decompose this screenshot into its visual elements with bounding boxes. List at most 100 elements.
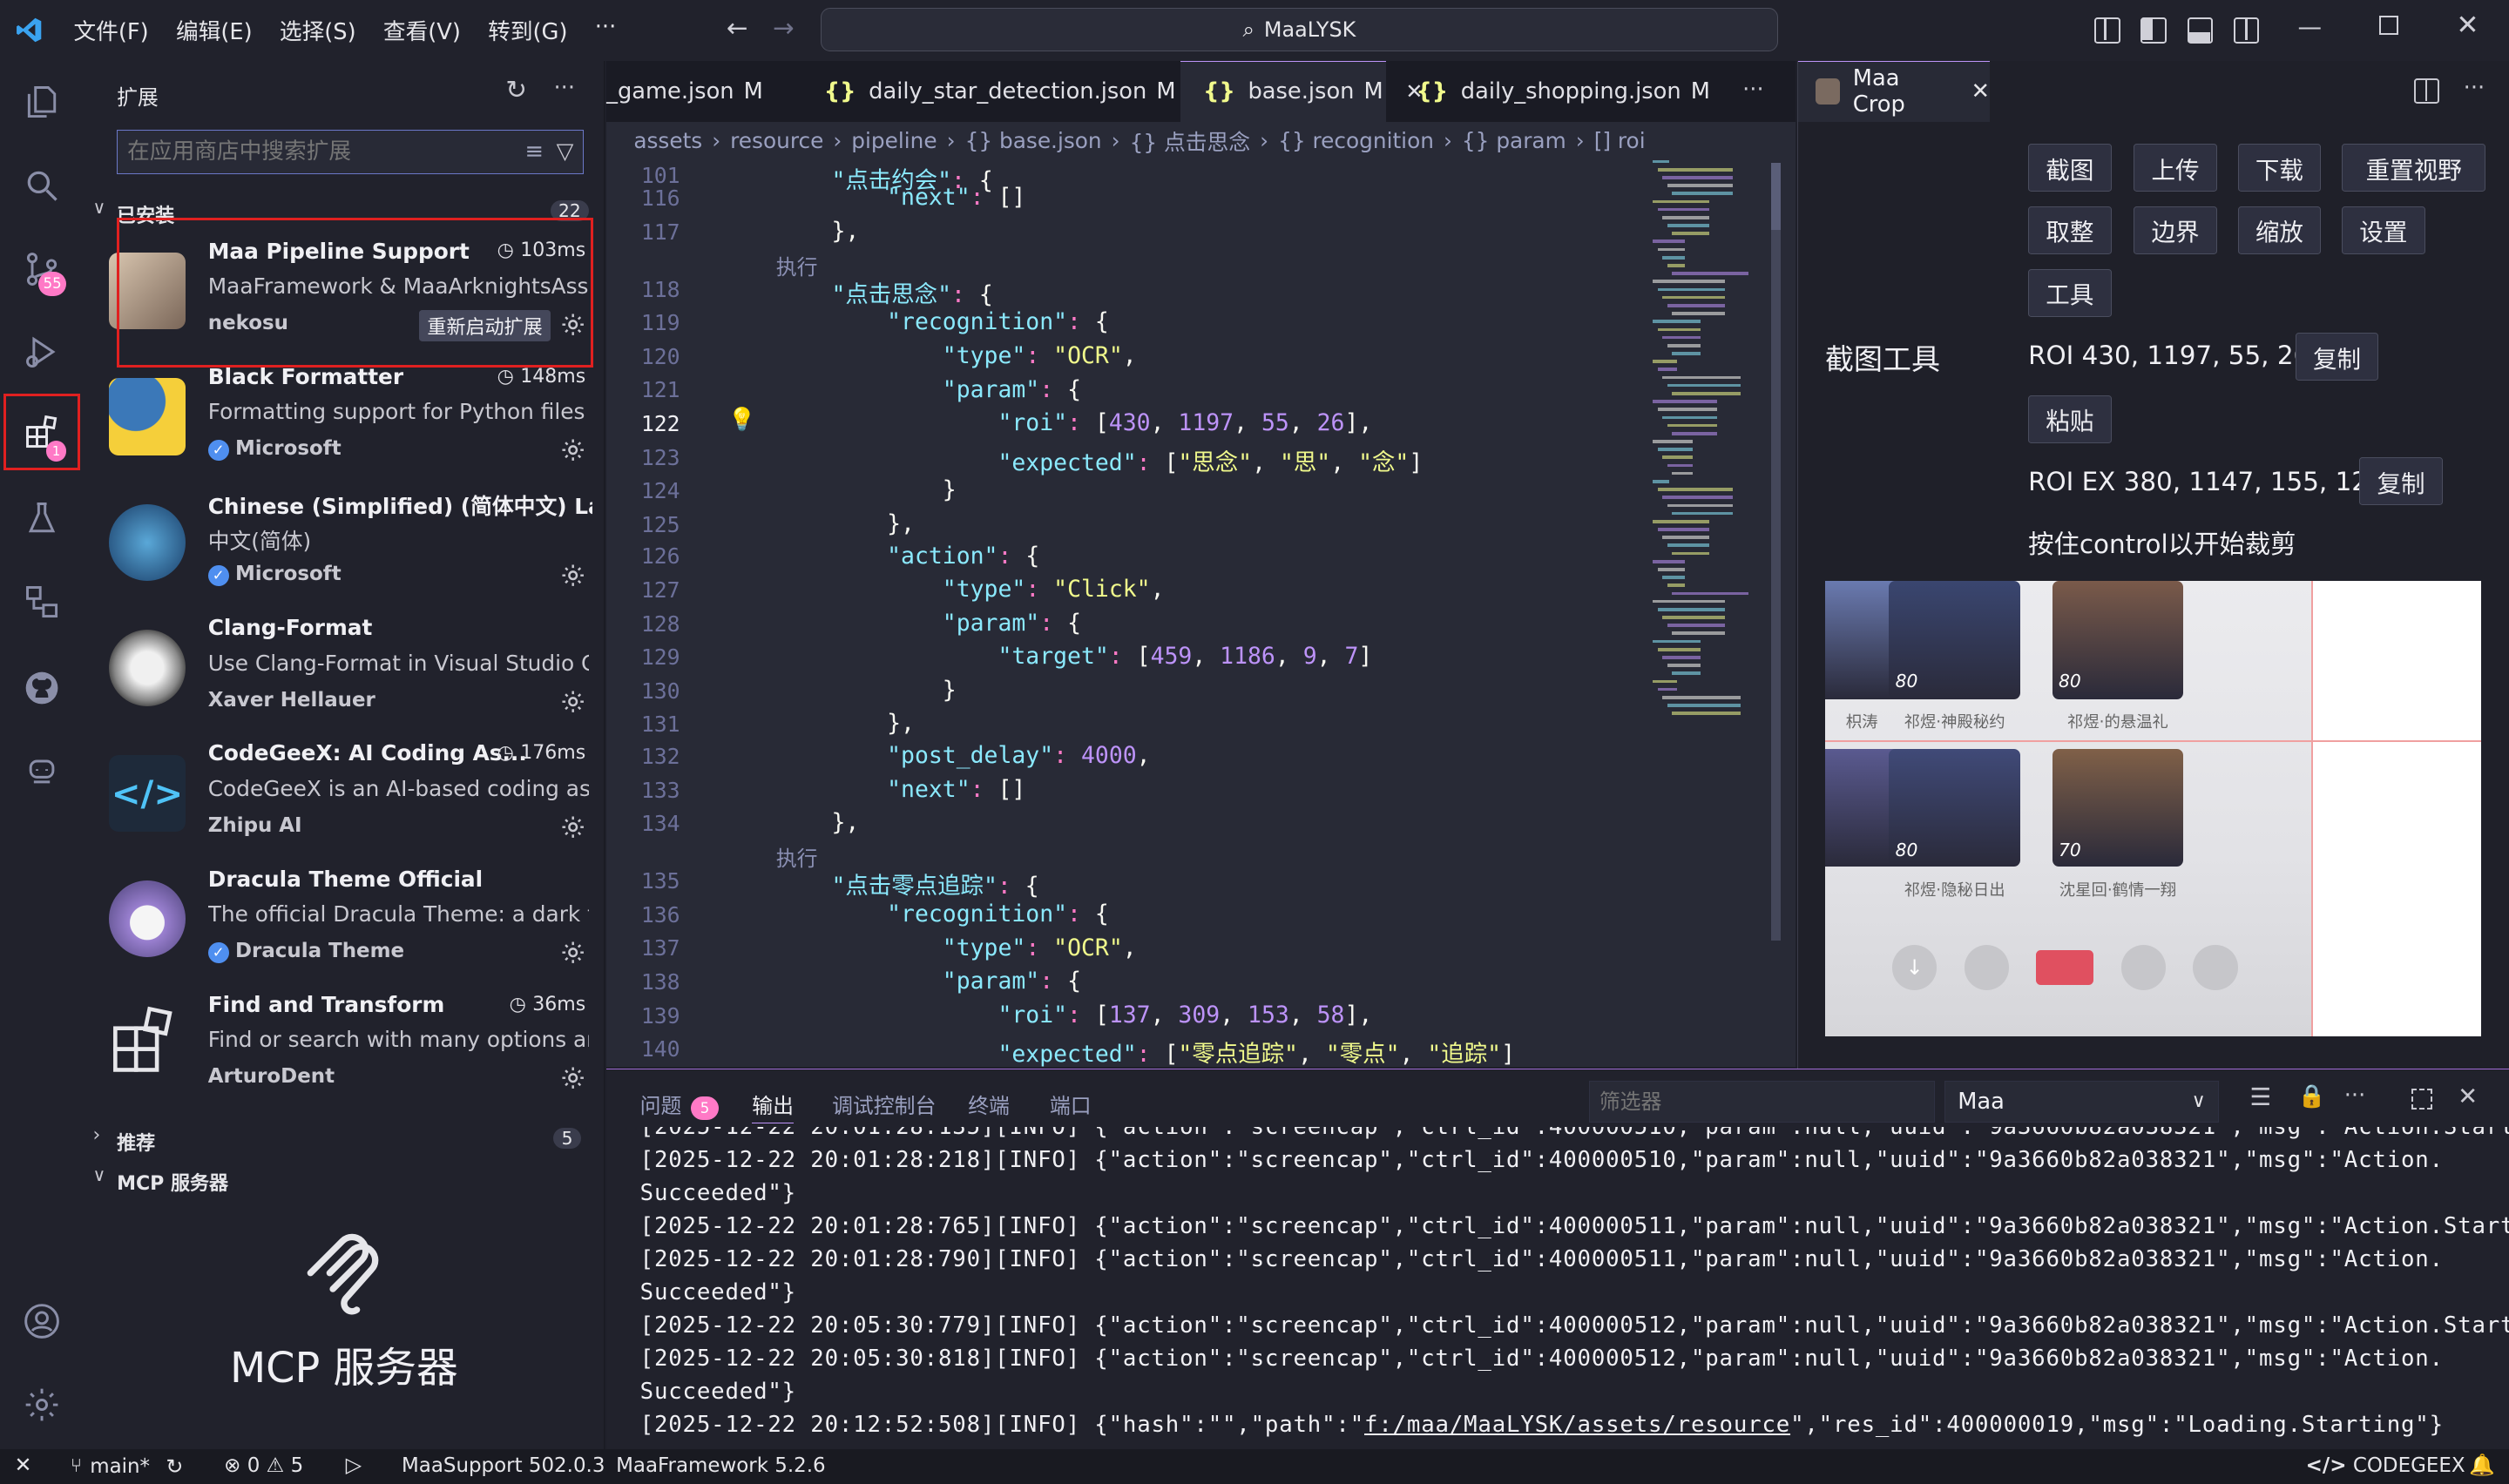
crop-action-button[interactable]: 上传 <box>2134 144 2217 192</box>
crop-action-button[interactable]: 下载 <box>2237 144 2322 192</box>
editor-tab[interactable]: {} base.json M ✕ <box>1180 60 1423 122</box>
lock-scroll-icon[interactable]: 🔒 <box>2297 1083 2325 1110</box>
breadcrumb-item[interactable]: [] roi <box>1594 128 1646 153</box>
breadcrumb-item[interactable]: {} base.json <box>965 128 1102 153</box>
tools-button[interactable]: 工具 <box>2028 268 2112 317</box>
command-center-search[interactable]: ⌕ MaaLYSK <box>821 8 1778 51</box>
crop-option-button[interactable]: 取整 <box>2028 206 2112 254</box>
menu-item[interactable]: 选择(S) <box>280 14 356 46</box>
editor-scrollbar-thumb[interactable] <box>1771 163 1782 231</box>
manage-gear-icon[interactable] <box>560 814 585 840</box>
breadcrumb-item[interactable]: {} recognition <box>1278 128 1434 153</box>
copy-roi-ex-button[interactable]: 复制 <box>2359 457 2443 506</box>
crop-action-button[interactable]: 重置视野 <box>2342 144 2486 192</box>
branch-indicator[interactable]: ⑂ main* ↻ <box>71 1454 184 1479</box>
restart-extension-button[interactable]: 重新启动扩展 <box>419 310 551 341</box>
notifications-bell-icon[interactable]: 🔔 <box>2469 1453 2495 1477</box>
installed-section-header[interactable]: ∨ 已安装 22 <box>84 195 605 227</box>
manage-gear-icon[interactable] <box>560 689 585 714</box>
extension-search-input[interactable] <box>118 138 525 165</box>
close-window-icon[interactable]: ✕ <box>2456 10 2479 41</box>
extension-item[interactable]: Dracula Theme Official The official Dracu… <box>105 858 592 982</box>
editor-scrollbar[interactable] <box>1771 163 1782 941</box>
maa-crop-tab[interactable]: Maa Crop ✕ <box>1797 60 1990 122</box>
remote-indicator-icon[interactable]: ✕ <box>15 1453 32 1477</box>
account-icon[interactable] <box>0 1283 84 1359</box>
paste-button[interactable]: 粘贴 <box>2028 395 2112 443</box>
panel-tab[interactable]: 端口 <box>1050 1089 1092 1119</box>
panel-tab[interactable]: 终端 <box>968 1089 1010 1119</box>
copilot-icon[interactable] <box>0 732 84 809</box>
breadcrumb-item[interactable]: pipeline <box>851 128 937 153</box>
crop-option-button[interactable]: 边界 <box>2134 206 2217 254</box>
manage-gear-icon[interactable] <box>560 437 585 462</box>
menu-item[interactable]: 文件(F) <box>73 14 148 46</box>
manage-gear-icon[interactable] <box>560 312 585 337</box>
maximize-icon[interactable] <box>2379 16 2399 36</box>
maa-support-version[interactable]: MaaSupport 502.0.3 <box>402 1454 605 1477</box>
explorer-icon[interactable] <box>0 64 84 140</box>
menu-item[interactable]: ··· <box>595 14 617 46</box>
breadcrumb-item[interactable]: {} param <box>1462 128 1566 153</box>
crop-option-button[interactable]: 设置 <box>2342 206 2425 254</box>
forward-arrow-icon[interactable]: → <box>773 13 795 43</box>
clear-filter-icon[interactable]: ≡ <box>524 138 544 165</box>
extension-item[interactable]: Maa Pipeline Support MaaFramework & MaaAr… <box>105 230 592 354</box>
manage-gear-icon[interactable] <box>560 563 585 588</box>
extensions-icon[interactable]: 1 <box>3 393 80 470</box>
tab-overflow-icon[interactable]: ··· <box>1742 77 1764 103</box>
maximize-panel-icon[interactable] <box>2411 1088 2432 1110</box>
debug-icon[interactable]: ▷ <box>346 1453 362 1477</box>
output-filter-box[interactable] <box>1588 1080 1935 1123</box>
problems-indicator[interactable]: ⊗ 0 ⚠ 5 <box>224 1454 303 1477</box>
panel-tab[interactable]: 输出 <box>752 1089 794 1123</box>
split-editor-icon[interactable] <box>2413 78 2440 105</box>
mcp-section-header[interactable]: ∨ MCP 服务器 <box>84 1163 605 1195</box>
log-path-link[interactable]: f:/maa/MaaLYSK/assets/resource <box>1364 1412 1790 1438</box>
panel-more-icon[interactable]: ··· <box>2344 1083 2366 1109</box>
source-control-icon[interactable]: 55 <box>0 230 84 307</box>
output-log[interactable]: [2025-12-22 20:01:28:135][INFO] {"action… <box>606 1127 2509 1447</box>
panel-tab[interactable]: 问题 5 <box>640 1089 719 1121</box>
menu-item[interactable]: 查看(V) <box>383 14 461 46</box>
menu-item[interactable]: 转到(G) <box>488 14 567 46</box>
codegeex-status[interactable]: </> CODEGEEX <box>2306 1454 2465 1477</box>
toggle-panel-icon[interactable] <box>2187 17 2214 44</box>
screenshot-canvas[interactable]: 枳涛 祁煜·神殿秘约 祁煜·的悬温礼 祁煜·隐秘日出 沈星回·鹤情一翔 80 80 80 70 … <box>1824 580 2481 1037</box>
back-arrow-icon[interactable]: ← <box>727 13 748 43</box>
editor-tab[interactable]: {} daily_star_detection.json M <box>801 61 1176 122</box>
codelens-execute[interactable]: 执行 <box>776 841 818 872</box>
editor-tab[interactable]: _game.json M <box>606 61 795 122</box>
breadcrumb-item[interactable]: {} 点击思念 <box>1130 125 1251 157</box>
toggle-primary-sidebar-icon[interactable] <box>2140 17 2167 44</box>
crop-action-button[interactable]: 截图 <box>2028 144 2112 192</box>
codelens-execute[interactable]: 执行 <box>776 250 818 280</box>
extension-search-box[interactable]: ≡ ▽ <box>117 129 585 175</box>
output-channel-select[interactable]: Maa ∨ <box>1944 1080 2220 1123</box>
minimize-icon[interactable]: — <box>2298 13 2323 41</box>
remote-explorer-icon[interactable] <box>0 563 84 640</box>
toggle-secondary-sidebar-icon[interactable] <box>2233 17 2260 44</box>
copy-roi-button[interactable]: 复制 <box>2295 333 2379 381</box>
output-filter-input[interactable] <box>1589 1089 1934 1114</box>
extension-item[interactable]: Clang-Format Use Clang-Format in Visual S… <box>105 607 592 732</box>
maa-framework-version[interactable]: MaaFramework 5.2.6 <box>616 1454 826 1477</box>
search-view-icon[interactable] <box>0 147 84 224</box>
extension-item[interactable]: Chinese (Simplified) (简体中文) La... 中文(简体) ✓… <box>105 482 592 606</box>
close-tab-icon[interactable]: ✕ <box>1971 78 1990 105</box>
extension-item[interactable]: </> CodeGeeX: AI Coding As... CodeGeeX is … <box>105 732 592 857</box>
breadcrumb-item[interactable]: assets <box>633 128 702 153</box>
manage-gear-icon[interactable] <box>560 940 585 965</box>
filter-icon[interactable]: ▽ <box>557 138 574 165</box>
manage-gear-icon[interactable] <box>560 1065 585 1090</box>
testing-icon[interactable] <box>0 480 84 556</box>
customize-layout-icon[interactable] <box>2094 17 2120 44</box>
clear-output-icon[interactable]: ☰ <box>2249 1083 2271 1111</box>
panel-tab[interactable]: 调试控制台 <box>832 1089 936 1119</box>
extension-item[interactable]: Find and Transform Find or search with ma… <box>105 984 592 1109</box>
more-actions-icon[interactable]: ··· <box>553 75 575 101</box>
code-editor[interactable]: 101 "点击约会": {116 "next": [] 117 }, 118 "点击… <box>606 159 1796 1068</box>
editor-tab[interactable]: {} daily_shopping.json M <box>1394 61 1709 122</box>
crop-more-actions-icon[interactable]: ··· <box>2464 75 2485 101</box>
breadcrumb-item[interactable]: resource <box>730 128 823 153</box>
